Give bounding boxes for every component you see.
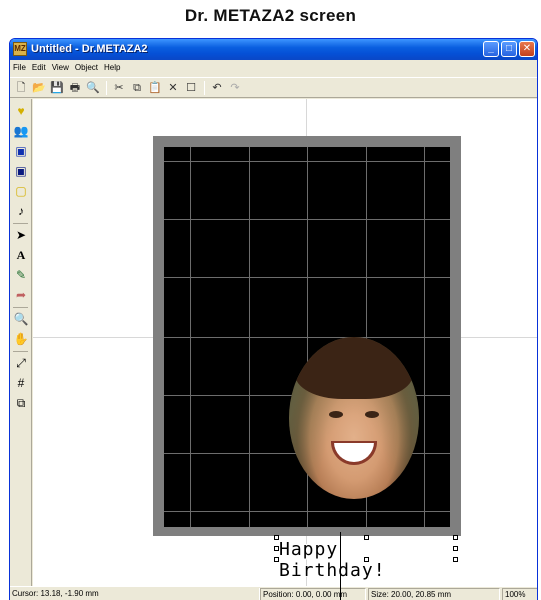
menu-file[interactable]: File xyxy=(10,60,29,72)
note-icon[interactable]: ♪ xyxy=(13,203,29,219)
resize-handle[interactable] xyxy=(274,557,279,562)
palette-separator xyxy=(13,223,28,224)
menu-help[interactable]: Help xyxy=(101,60,123,72)
toolbar-separator xyxy=(106,81,107,95)
photo-object[interactable] xyxy=(289,337,419,499)
frame-icon[interactable]: ▢ xyxy=(13,183,29,199)
photo-eye xyxy=(329,411,343,418)
portrait-dark-icon[interactable]: ▣ xyxy=(13,163,29,179)
photo-eye xyxy=(365,411,379,418)
status-size: Size: 20.00, 20.85 mm xyxy=(368,588,500,600)
grid-line xyxy=(164,277,450,278)
status-cursor: Cursor: 13.18, -1.90 mm xyxy=(10,588,260,600)
people-icon[interactable]: 👥 xyxy=(13,123,29,139)
heart-icon[interactable]: ♥ xyxy=(13,103,29,119)
resize-handle[interactable] xyxy=(453,557,458,562)
properties-icon[interactable]: ☐ xyxy=(183,80,199,96)
text-icon[interactable]: A xyxy=(13,247,29,263)
resize-handle[interactable] xyxy=(274,546,279,551)
delete-icon[interactable]: ✕ xyxy=(165,80,181,96)
menu-bar: File Edit View Object Help xyxy=(10,60,537,77)
grid-line xyxy=(164,161,450,162)
main-toolbar: 🗋 📂 💾 🖶 🔍 ✂ ⧉ 📋 ✕ ☐ ↶ ↷ xyxy=(10,77,537,98)
text-object-selected[interactable]: Happy Birthday! xyxy=(274,535,458,581)
open-icon[interactable]: 📂 xyxy=(31,80,47,96)
status-zoom: 100% xyxy=(502,588,537,600)
close-button[interactable]: ✕ xyxy=(519,41,535,57)
status-position: Position: 0.00, 0.00 mm xyxy=(260,588,366,600)
hand-icon[interactable]: ✋ xyxy=(13,331,29,347)
figure-caption: Dr. METAZA2 screen xyxy=(184,6,357,25)
grid-line xyxy=(164,511,450,512)
app-icon: MZ xyxy=(13,42,27,56)
palette-separator xyxy=(13,307,28,308)
photo-hair xyxy=(295,337,413,399)
resize-handle[interactable] xyxy=(453,546,458,551)
layer-icon[interactable]: ⧉ xyxy=(13,395,29,411)
tool-palette: ♥ 👥 ▣ ▣ ▢ ♪ ➤ A ✎ ➦ 🔍 ✋ ⤢ # ⧉ xyxy=(10,99,32,586)
print-preview-icon[interactable]: 🔍 xyxy=(85,80,101,96)
paste-icon[interactable]: 📋 xyxy=(147,80,163,96)
menu-edit[interactable]: Edit xyxy=(29,60,49,72)
cut-icon[interactable]: ✂ xyxy=(111,80,127,96)
fit-icon[interactable]: ⤢ xyxy=(13,355,29,371)
maximize-button[interactable]: □ xyxy=(501,41,517,57)
window-title: Untitled - Dr.METAZA2 xyxy=(31,43,148,55)
new-icon[interactable]: 🗋 xyxy=(13,80,29,96)
title-bar[interactable]: MZ Untitled - Dr.METAZA2 _ □ ✕ xyxy=(10,39,537,60)
design-canvas[interactable]: Happy Birthday! xyxy=(33,99,537,586)
copy-icon[interactable]: ⧉ xyxy=(129,80,145,96)
undo-icon[interactable]: ↶ xyxy=(209,80,225,96)
grid-icon[interactable]: # xyxy=(13,375,29,391)
resize-handle[interactable] xyxy=(453,535,458,540)
minimize-button[interactable]: _ xyxy=(483,41,499,57)
arrow-icon[interactable]: ➤ xyxy=(13,227,29,243)
palette-separator xyxy=(13,351,28,352)
print-icon[interactable]: 🖶 xyxy=(67,80,83,96)
portrait-icon[interactable]: ▣ xyxy=(13,143,29,159)
status-bar: Cursor: 13.18, -1.90 mm Position: 0.00, … xyxy=(10,586,537,600)
menu-object[interactable]: Object xyxy=(72,60,101,72)
redo-icon[interactable]: ↷ xyxy=(227,80,243,96)
callout-line xyxy=(340,532,341,600)
pen-icon[interactable]: ✎ xyxy=(13,267,29,283)
resize-handle[interactable] xyxy=(364,535,369,540)
save-icon[interactable]: 💾 xyxy=(49,80,65,96)
resize-handle[interactable] xyxy=(274,535,279,540)
fill-icon[interactable]: ➦ xyxy=(13,287,29,303)
menu-view[interactable]: View xyxy=(49,60,72,72)
grid-line xyxy=(164,219,450,220)
toolbar-separator xyxy=(204,81,205,95)
zoom-icon[interactable]: 🔍 xyxy=(13,311,29,327)
resize-handle[interactable] xyxy=(364,557,369,562)
app-window: MZ Untitled - Dr.METAZA2 _ □ ✕ File Edit V… xyxy=(9,38,538,600)
